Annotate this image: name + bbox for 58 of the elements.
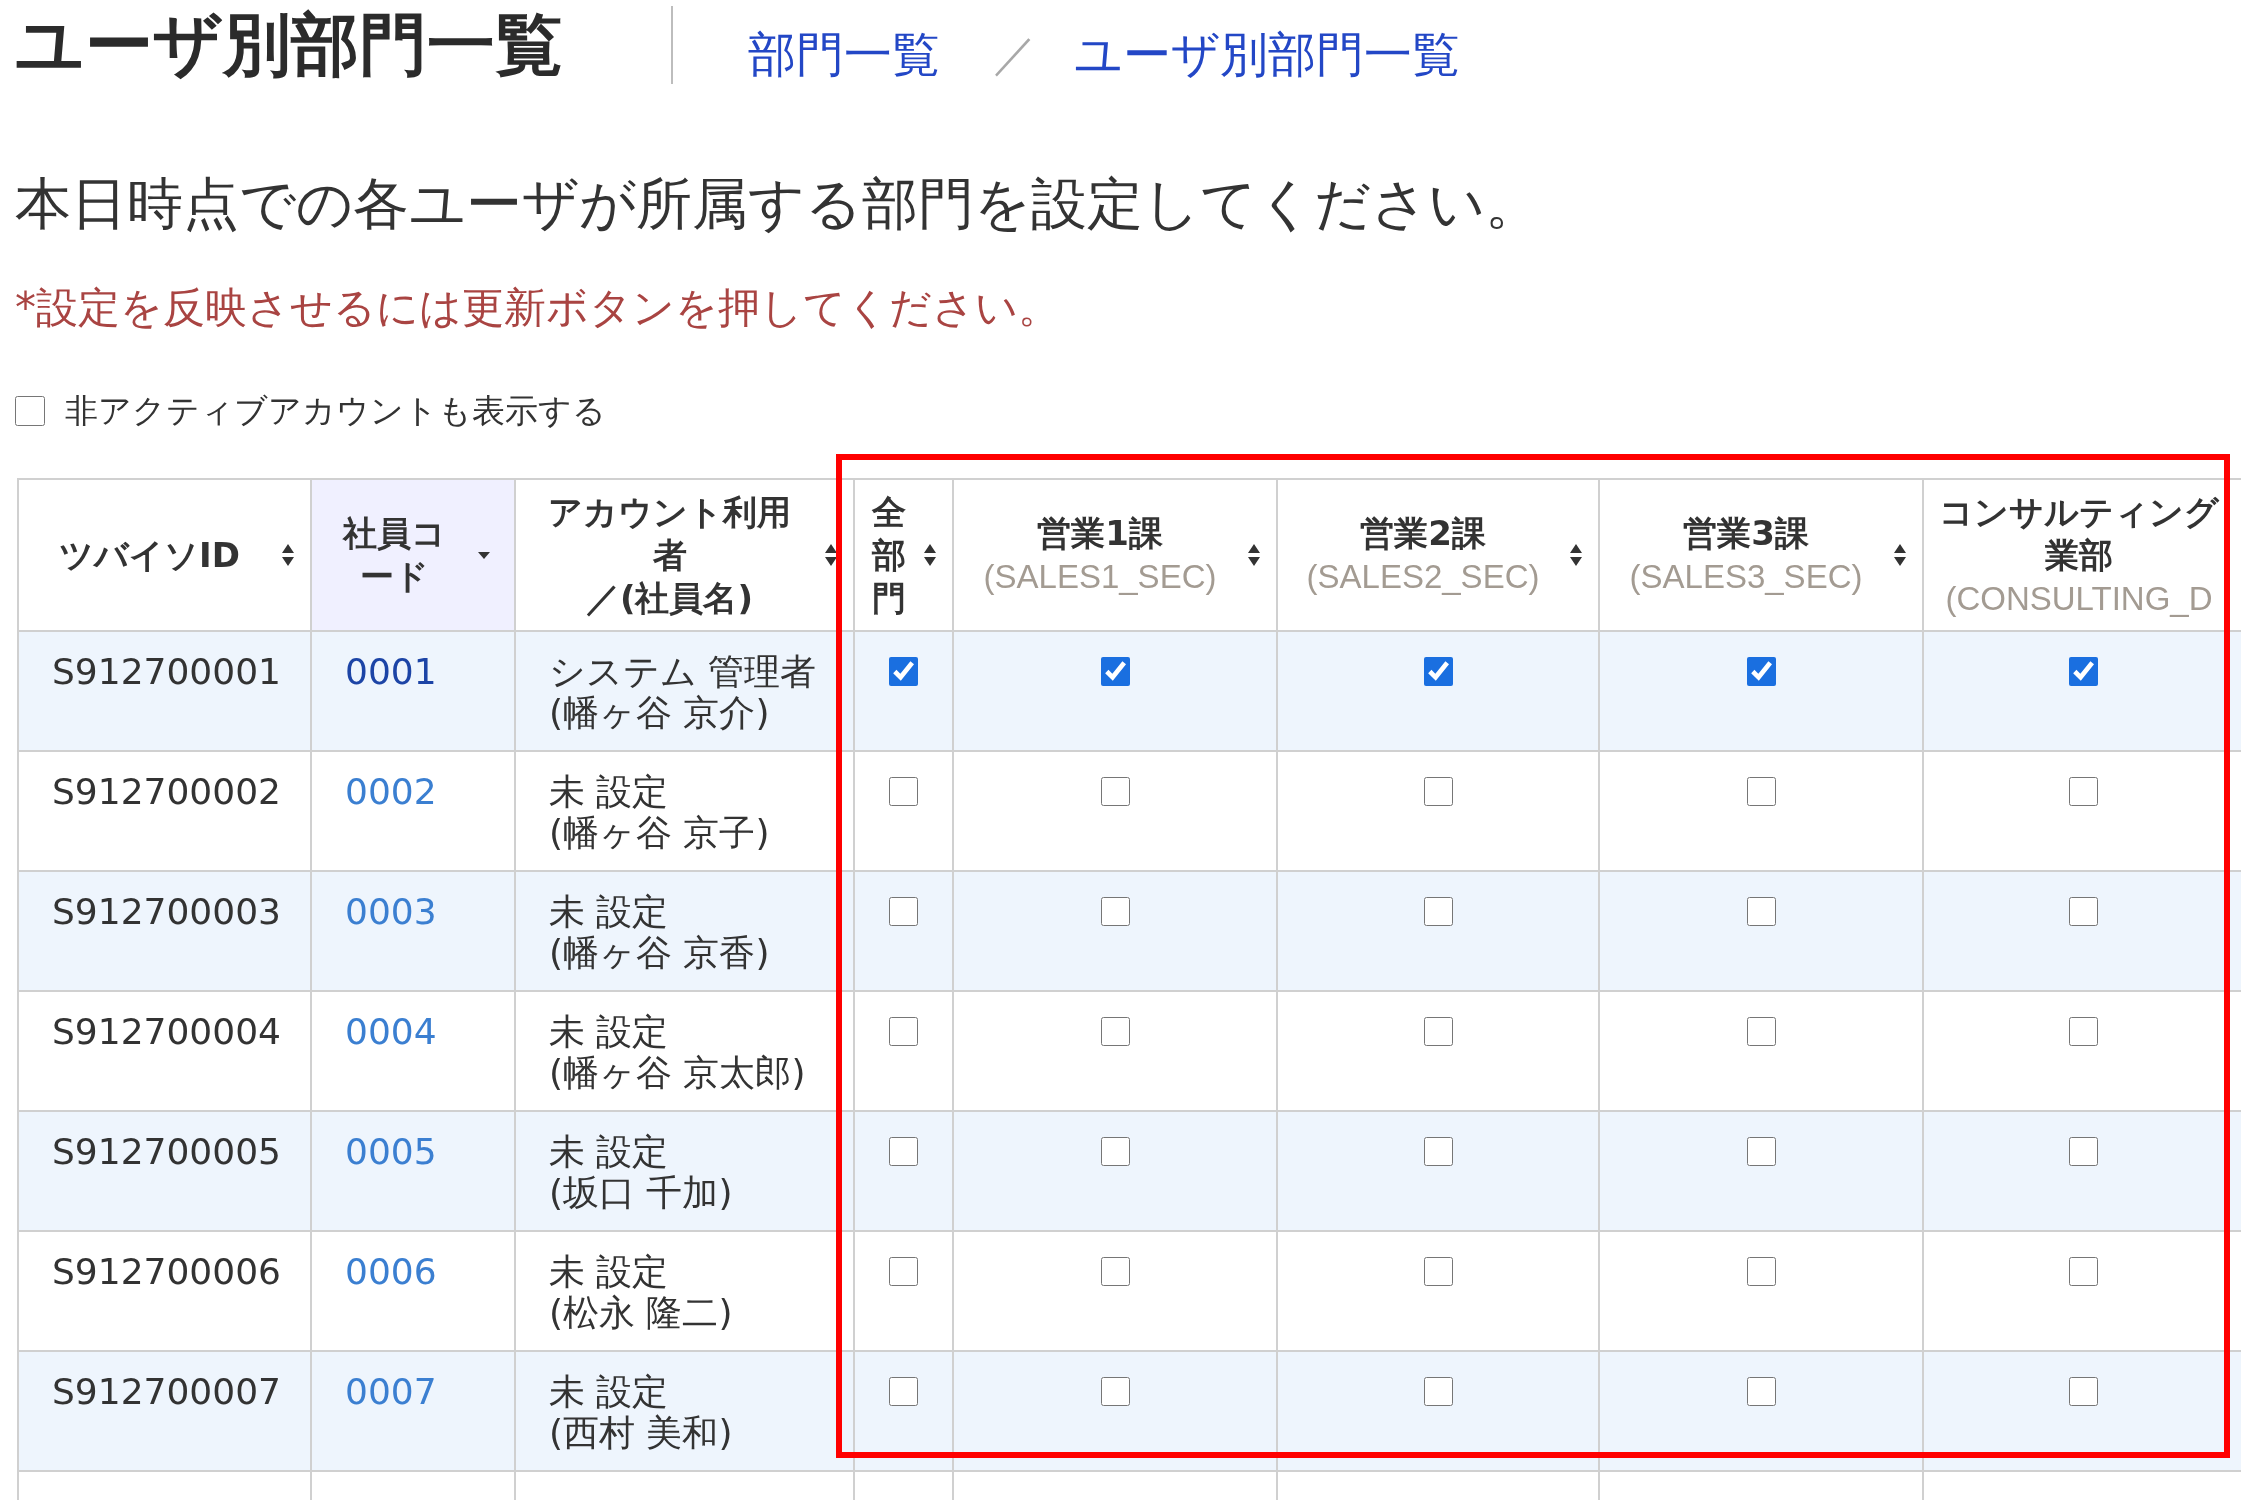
column-header[interactable]: 営業1課 (SALES1_SEC) bbox=[953, 479, 1277, 631]
breadcrumb-link[interactable]: ユーザ別部門一覧 bbox=[1074, 24, 1460, 84]
department-checkbox[interactable] bbox=[889, 1017, 918, 1046]
column-header[interactable]: 社員コード bbox=[311, 479, 515, 631]
department-checkbox[interactable] bbox=[889, 777, 918, 806]
department-checkbox[interactable] bbox=[1746, 657, 1776, 686]
department-checkbox[interactable] bbox=[1100, 1257, 1130, 1286]
employee-code-link[interactable]: 0001 bbox=[345, 651, 437, 692]
column-header[interactable]: 全部門 bbox=[854, 479, 953, 631]
checkbox-label[interactable]: 非アクティブアカウントも表示する bbox=[65, 391, 606, 431]
department-checkbox[interactable] bbox=[1746, 1137, 1776, 1166]
department-checkbox[interactable] bbox=[1746, 1377, 1776, 1406]
department-checkbox[interactable] bbox=[1100, 1137, 1130, 1166]
department-checkbox[interactable] bbox=[1423, 1137, 1453, 1166]
department-checkbox[interactable] bbox=[889, 1137, 918, 1166]
breadcrumb-link[interactable]: 部門一覧 bbox=[748, 24, 940, 84]
department-checkbox[interactable] bbox=[2068, 1017, 2098, 1046]
department-checkbox[interactable] bbox=[2068, 1137, 2098, 1166]
employee-code-link[interactable]: 0006 bbox=[345, 1251, 437, 1292]
department-checkbox[interactable] bbox=[1100, 1377, 1130, 1406]
column-header[interactable]: アカウント利用者 ／(社員名) bbox=[515, 479, 854, 631]
column-header[interactable]: 営業3課 (SALES3_SEC) bbox=[1599, 479, 1923, 631]
column-header[interactable]: 営業2課 (SALES2_SEC) bbox=[1277, 479, 1599, 631]
department-checkbox[interactable] bbox=[2068, 657, 2098, 686]
department-checkbox[interactable] bbox=[889, 897, 918, 926]
department-checkbox[interactable] bbox=[1423, 1257, 1453, 1286]
department-checkbox[interactable] bbox=[889, 1257, 918, 1286]
department-checkbox[interactable] bbox=[1423, 1377, 1453, 1406]
employee-code-link[interactable]: 0005 bbox=[345, 1131, 437, 1172]
note-text: *設定を反映させるには更新ボタンを押してください。 bbox=[15, 282, 1061, 334]
column-header: コンサルティング 業部 (CONSULTING_D bbox=[1923, 479, 2241, 631]
column-header[interactable]: ツバイソID bbox=[18, 479, 311, 631]
department-checkbox[interactable] bbox=[1100, 657, 1130, 686]
department-checkbox[interactable] bbox=[1423, 777, 1453, 806]
employee-code-link[interactable]: 0002 bbox=[345, 771, 437, 812]
department-checkbox[interactable] bbox=[2068, 1257, 2098, 1286]
employee-code-link[interactable]: 0003 bbox=[345, 891, 437, 932]
breadcrumb-separator: ／ bbox=[993, 27, 1037, 81]
department-checkbox[interactable] bbox=[1100, 897, 1130, 926]
employee-code-link[interactable]: 0007 bbox=[345, 1371, 437, 1412]
department-checkbox[interactable] bbox=[1746, 1257, 1776, 1286]
employee-code-link[interactable]: 0004 bbox=[345, 1011, 437, 1052]
department-checkbox[interactable] bbox=[1746, 1017, 1776, 1046]
department-checkbox[interactable] bbox=[1746, 897, 1776, 926]
department-checkbox[interactable] bbox=[889, 657, 918, 686]
checkbox[interactable] bbox=[15, 396, 45, 426]
department-checkbox[interactable] bbox=[889, 1377, 918, 1406]
department-checkbox[interactable] bbox=[2068, 897, 2098, 926]
department-checkbox[interactable] bbox=[2068, 1377, 2098, 1406]
department-checkbox[interactable] bbox=[2068, 777, 2098, 806]
instruction-text: 本日時点での各ユーザが所属する部門を設定してください。 bbox=[15, 170, 1542, 238]
department-checkbox[interactable] bbox=[1100, 1017, 1130, 1046]
department-checkbox[interactable] bbox=[1746, 777, 1776, 806]
department-checkbox[interactable] bbox=[1423, 657, 1453, 686]
page-title: ユーザ別部門一覧 bbox=[15, 5, 563, 85]
department-checkbox[interactable] bbox=[1100, 777, 1130, 806]
department-checkbox[interactable] bbox=[1423, 897, 1453, 926]
department-checkbox[interactable] bbox=[1423, 1017, 1453, 1046]
